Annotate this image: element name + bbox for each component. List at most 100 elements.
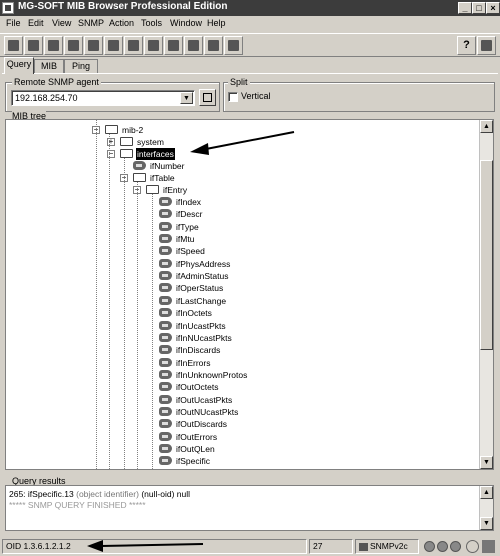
windows-tool-icon[interactable] bbox=[204, 36, 223, 55]
annotation-arrow bbox=[190, 131, 295, 155]
alarm-tool-icon[interactable] bbox=[164, 36, 183, 55]
results-scroll-up-icon[interactable]: ▲ bbox=[480, 486, 493, 499]
info-tool-icon[interactable] bbox=[104, 36, 123, 55]
scroll-up-icon[interactable]: ▲ bbox=[480, 120, 493, 133]
result-type: (object identifier) bbox=[76, 489, 139, 499]
tree-node-label: ifMtu bbox=[176, 234, 195, 245]
mib-leaf-icon bbox=[159, 369, 172, 379]
tree-node-label: ifPhysAddress bbox=[176, 258, 231, 269]
agent-properties-button[interactable] bbox=[199, 89, 216, 106]
split-group: Split Vertical bbox=[223, 77, 495, 112]
mib-leaf-icon bbox=[159, 382, 172, 392]
result-value: (null-oid) null bbox=[141, 489, 190, 499]
menu-file[interactable]: File bbox=[6, 18, 21, 28]
tree-node-label: ifInErrors bbox=[176, 357, 211, 368]
tree-node-label: system bbox=[137, 137, 164, 147]
menu-help[interactable]: Help bbox=[207, 18, 226, 28]
menu-action[interactable]: Action bbox=[109, 18, 134, 28]
tab-mib[interactable]: MIB bbox=[34, 59, 64, 73]
tree-node-label: ifOutNUcastPkts bbox=[176, 406, 239, 417]
tree-scrollbar[interactable]: ▲ ▼ bbox=[479, 120, 493, 469]
status-light-2-icon bbox=[437, 541, 448, 552]
trap-tool-icon[interactable] bbox=[184, 36, 203, 55]
result-line: 265: ifSpecific.13 (object identifier) (… bbox=[9, 489, 190, 499]
clock-icon bbox=[466, 540, 479, 553]
split-label: Split bbox=[228, 77, 250, 87]
chevron-down-icon[interactable]: ▼ bbox=[180, 92, 193, 104]
tab-query[interactable]: Query bbox=[4, 57, 34, 74]
results-scrollbar[interactable]: ▲ ▼ bbox=[479, 486, 493, 530]
tree-node-label: ifEntry bbox=[163, 185, 188, 195]
mib-tree[interactable]: − mib-2 + system − interfaces ifNumber − ifTable… bbox=[5, 119, 494, 470]
close-button[interactable]: × bbox=[486, 2, 500, 14]
tree-node-label: ifInUcastPkts bbox=[176, 320, 226, 331]
tab-ping[interactable]: Ping bbox=[64, 59, 98, 73]
mib-leaf-icon bbox=[159, 456, 172, 466]
tree-node-label: ifSpeed bbox=[176, 246, 205, 257]
remote-agent-label: Remote SNMP agent bbox=[12, 77, 101, 87]
menu-view[interactable]: View bbox=[52, 18, 71, 28]
mib-leaf-icon bbox=[159, 234, 172, 244]
mib-leaf-icon bbox=[159, 246, 172, 256]
tree-node-label: ifDescr bbox=[176, 209, 203, 220]
tree-node-label: ifInNUcastPkts bbox=[176, 332, 232, 343]
mib-leaf-icon bbox=[159, 345, 172, 355]
maximize-button[interactable]: □ bbox=[472, 2, 486, 14]
mib-leaf-icon bbox=[159, 332, 172, 342]
globe-tool-icon[interactable] bbox=[84, 36, 103, 55]
help-tool-icon[interactable]: ? bbox=[457, 36, 476, 55]
tree-guide-line bbox=[152, 194, 153, 469]
mib-leaf-icon bbox=[159, 394, 172, 404]
exit-tool-icon[interactable] bbox=[477, 36, 496, 55]
toolbar: ? bbox=[0, 33, 500, 57]
folder-icon bbox=[120, 137, 133, 146]
agent-address-combo[interactable]: 192.168.254.70 ▼ bbox=[11, 90, 195, 106]
menu-snmp[interactable]: SNMP bbox=[78, 18, 104, 28]
mib-leaf-icon bbox=[159, 295, 172, 305]
network-icon bbox=[359, 543, 368, 551]
mib-leaf-icon bbox=[159, 444, 172, 453]
vertical-label: Vertical bbox=[241, 91, 271, 101]
tree-node-label: ifLastChange bbox=[176, 295, 227, 306]
tree-node-label: ifTable bbox=[150, 173, 175, 183]
mib-leaf-icon bbox=[159, 271, 172, 281]
vertical-checkbox[interactable] bbox=[228, 92, 238, 102]
properties-icon bbox=[203, 93, 212, 102]
mib-leaf-icon bbox=[159, 308, 172, 318]
query-results[interactable]: 265: ifSpecific.13 (object identifier) (… bbox=[5, 485, 494, 531]
result-main: 265: ifSpecific.13 bbox=[9, 489, 74, 499]
graph-tool-icon[interactable] bbox=[144, 36, 163, 55]
menu-tools[interactable]: Tools bbox=[141, 18, 162, 28]
tools-tool-icon[interactable] bbox=[64, 36, 83, 55]
stop-tool-icon[interactable] bbox=[44, 36, 63, 55]
export-tool-icon[interactable] bbox=[224, 36, 243, 55]
title-bar: MG-SOFT MIB Browser Professional Edition… bbox=[0, 0, 500, 16]
tree-node-label: ifNumber bbox=[150, 161, 185, 171]
tree-node-label: interfaces bbox=[136, 148, 175, 160]
results-scroll-down-icon[interactable]: ▼ bbox=[480, 517, 493, 530]
mib-leaf-icon bbox=[159, 209, 172, 219]
window-title: MG-SOFT MIB Browser Professional Edition bbox=[18, 1, 228, 12]
minimize-button[interactable]: _ bbox=[458, 2, 472, 14]
agent-address-value: 192.168.254.70 bbox=[15, 93, 78, 103]
tree-node-label: ifOutDiscards bbox=[176, 419, 228, 430]
remote-agent-group: Remote SNMP agent 192.168.254.70 ▼ bbox=[5, 77, 220, 112]
query-tool-icon[interactable] bbox=[24, 36, 43, 55]
folder-icon bbox=[133, 173, 146, 182]
tree-node-label: mib-2 bbox=[122, 125, 144, 135]
menu-window[interactable]: Window bbox=[170, 18, 202, 28]
mib-leaf-icon bbox=[159, 357, 172, 367]
status-bar: OID 1.3.6.1.2.1.2 27 SNMPv2c bbox=[0, 537, 500, 556]
status-light-3-icon bbox=[450, 541, 461, 552]
table-tool-icon[interactable] bbox=[124, 36, 143, 55]
connect-tool-icon[interactable] bbox=[4, 36, 23, 55]
tree-node-label: ifAdminStatus bbox=[176, 271, 229, 282]
menu-edit[interactable]: Edit bbox=[28, 18, 44, 28]
mib-leaf-icon bbox=[159, 197, 172, 206]
scroll-thumb[interactable] bbox=[480, 160, 493, 350]
scroll-down-icon[interactable]: ▼ bbox=[480, 456, 493, 469]
tree-node-label: ifInUnknownProtos bbox=[176, 369, 248, 380]
status-protocol-label: SNMPv2c bbox=[370, 541, 408, 551]
tree-node-label: ifOutErrors bbox=[176, 431, 218, 442]
folder-icon bbox=[120, 149, 133, 158]
